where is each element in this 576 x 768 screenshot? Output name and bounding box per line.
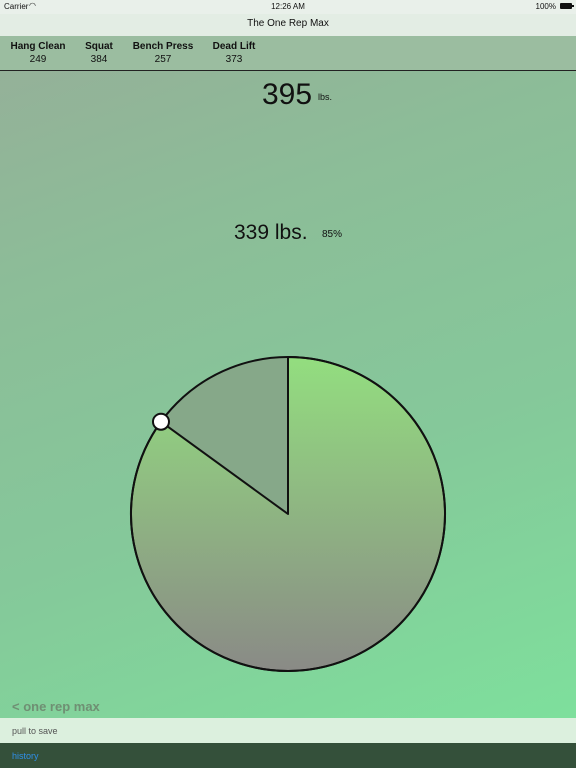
lift-squat[interactable]: Squat 384 (82, 41, 116, 65)
back-one-rep-max-button[interactable]: < one rep max (12, 699, 100, 714)
lift-value: 257 (154, 54, 172, 65)
lift-value: 384 (90, 54, 108, 65)
pull-to-save-label: pull to save (12, 726, 58, 736)
lift-dead-lift[interactable]: Dead Lift 373 (209, 41, 259, 65)
working-percent: 85% (322, 229, 343, 240)
percent-drag-handle[interactable] (151, 412, 170, 431)
working-weight-value: 339 lbs. (234, 221, 308, 244)
nav-bar: The One Rep Max (0, 14, 576, 36)
history-link[interactable]: history (12, 751, 39, 761)
status-bar: Carrier ◠ 12:26 AM 100% (0, 0, 576, 14)
lift-name: Dead Lift (212, 41, 256, 52)
one-rep-max-unit: lbs. (318, 92, 333, 102)
lift-bench-press[interactable]: Bench Press 257 (132, 41, 194, 65)
lift-name: Squat (85, 41, 113, 52)
battery-percent: 100% (535, 2, 556, 11)
lifts-bar: Hang Clean 249 Squat 384 Bench Press 257… (0, 36, 576, 71)
percent-pie-chart[interactable] (120, 346, 456, 682)
lift-name: Hang Clean (10, 41, 66, 52)
page-title: The One Rep Max (247, 18, 329, 29)
one-rep-max-value: 395 (262, 78, 313, 111)
lift-name: Bench Press (132, 41, 194, 52)
history-bar: history (0, 743, 576, 768)
lift-hang-clean[interactable]: Hang Clean 249 (10, 41, 66, 65)
status-time: 12:26 AM (271, 2, 305, 11)
lift-value: 373 (225, 54, 243, 65)
lift-value: 249 (29, 54, 47, 65)
battery-icon (560, 3, 574, 9)
pull-to-save-bar[interactable]: pull to save (0, 718, 576, 743)
